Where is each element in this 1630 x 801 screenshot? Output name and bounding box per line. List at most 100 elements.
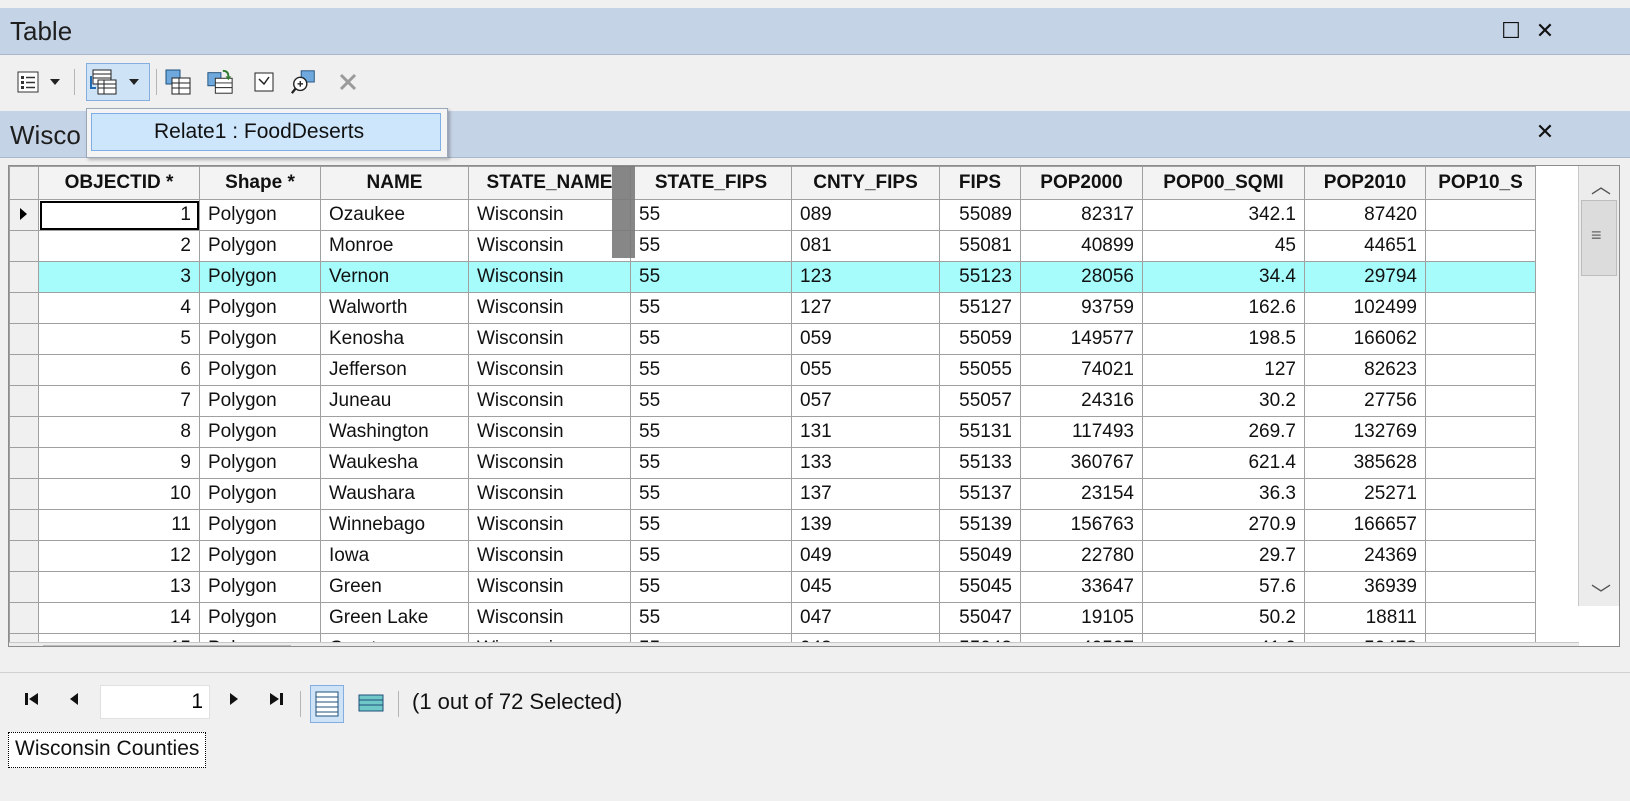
table-cell[interactable]: 12 <box>38 540 200 572</box>
table-cell[interactable]: Ozaukee <box>320 199 469 231</box>
table-cell[interactable]: Wisconsin <box>468 540 631 572</box>
table-cell[interactable]: 55089 <box>939 199 1021 231</box>
column-header[interactable]: Shape * <box>199 166 321 200</box>
table-cell[interactable]: 55081 <box>939 230 1021 262</box>
table-cell[interactable]: 25271 <box>1304 478 1426 510</box>
table-cell[interactable]: 23154 <box>1020 478 1143 510</box>
row-selector[interactable] <box>9 354 39 386</box>
table-cell[interactable]: Wisconsin <box>468 447 631 479</box>
table-cell[interactable]: 55 <box>630 447 792 479</box>
table-cell[interactable] <box>1425 199 1536 231</box>
last-record-icon[interactable] <box>266 691 284 711</box>
table-cell[interactable]: 55 <box>630 323 792 355</box>
table-cell[interactable]: 55127 <box>939 292 1021 324</box>
table-cell[interactable]: 127 <box>791 292 940 324</box>
table-cell[interactable]: 30.2 <box>1142 385 1305 417</box>
table-cell[interactable]: 127 <box>1142 354 1305 386</box>
table-row[interactable]: 5 Polygon Kenosha Wisconsin 55 059 55059 149577… <box>9 323 1536 355</box>
table-cell[interactable]: 14 <box>38 602 200 634</box>
row-selector[interactable] <box>9 230 39 262</box>
table-cell[interactable]: 45 <box>1142 230 1305 262</box>
table-cell[interactable]: Wisconsin <box>468 292 631 324</box>
table-cell[interactable]: Juneau <box>320 385 469 417</box>
table-cell[interactable]: Polygon <box>199 261 321 293</box>
related-tables-icon[interactable] <box>90 67 118 97</box>
table-cell[interactable]: 3 <box>38 261 200 293</box>
table-cell[interactable]: 4 <box>38 292 200 324</box>
table-cell[interactable]: Polygon <box>199 416 321 448</box>
table-cell[interactable]: 139 <box>791 509 940 541</box>
table-cell[interactable]: 22780 <box>1020 540 1143 572</box>
table-cell[interactable]: Polygon <box>199 292 321 324</box>
table-cell[interactable]: Kenosha <box>320 323 469 355</box>
table-cell[interactable]: 117493 <box>1020 416 1143 448</box>
table-cell[interactable]: 28056 <box>1020 261 1143 293</box>
table-cell[interactable]: 19105 <box>1020 602 1143 634</box>
table-cell[interactable]: 621.4 <box>1142 447 1305 479</box>
table-cell[interactable]: 089 <box>791 199 940 231</box>
table-cell[interactable]: 385628 <box>1304 447 1426 479</box>
table-cell[interactable]: 162.6 <box>1142 292 1305 324</box>
table-cell[interactable]: Polygon <box>199 509 321 541</box>
table-cell[interactable]: 55045 <box>939 571 1021 603</box>
zoom-to-selected-icon[interactable] <box>290 67 318 97</box>
table-cell[interactable]: 55 <box>630 385 792 417</box>
table-cell[interactable] <box>1425 540 1536 572</box>
table-cell[interactable]: 270.9 <box>1142 509 1305 541</box>
table-cell[interactable]: Polygon <box>199 354 321 386</box>
table-cell[interactable] <box>1425 323 1536 355</box>
table-cell[interactable]: 33647 <box>1020 571 1143 603</box>
table-cell[interactable]: 057 <box>791 385 940 417</box>
column-header[interactable]: POP00_SQMI <box>1142 166 1305 200</box>
table-cell[interactable]: 9 <box>38 447 200 479</box>
table-cell[interactable]: 55057 <box>939 385 1021 417</box>
column-header[interactable]: POP2000 <box>1020 166 1143 200</box>
row-selector[interactable] <box>9 602 39 634</box>
table-cell[interactable] <box>1425 571 1536 603</box>
table-cell[interactable]: Iowa <box>320 540 469 572</box>
select-by-attributes-icon[interactable] <box>164 67 192 97</box>
row-selector[interactable] <box>9 323 39 355</box>
vertical-scroll-thumb[interactable]: ≡ <box>1581 200 1617 276</box>
row-selector[interactable] <box>9 478 39 510</box>
table-cell[interactable]: 7 <box>38 385 200 417</box>
table-cell[interactable]: Wisconsin <box>468 385 631 417</box>
relate-menu-item[interactable]: Relate1 : FoodDeserts <box>91 113 441 151</box>
table-row[interactable]: 3 Polygon Vernon Wisconsin 55 123 55123 28056 34… <box>9 261 1536 293</box>
table-cell[interactable]: Vernon <box>320 261 469 293</box>
table-cell[interactable]: 24369 <box>1304 540 1426 572</box>
show-all-records-button[interactable] <box>310 685 344 723</box>
table-cell[interactable]: 045 <box>791 571 940 603</box>
table-cell[interactable]: Green <box>320 571 469 603</box>
table-cell[interactable]: Wisconsin <box>468 478 631 510</box>
table-options-icon[interactable] <box>14 67 42 97</box>
show-selected-records-button[interactable] <box>354 685 388 723</box>
previous-record-icon[interactable] <box>68 691 80 711</box>
column-header[interactable]: POP10_S <box>1425 166 1536 200</box>
table-cell[interactable]: 081 <box>791 230 940 262</box>
table-cell[interactable]: 55055 <box>939 354 1021 386</box>
table-cell[interactable]: 55059 <box>939 323 1021 355</box>
table-cell[interactable]: Wisconsin <box>468 199 631 231</box>
table-cell[interactable]: 131 <box>791 416 940 448</box>
table-row[interactable]: 14 Polygon Green Lake Wisconsin 55 047 55047 19… <box>9 602 1536 634</box>
table-cell[interactable]: 55 <box>630 540 792 572</box>
table-row[interactable]: 12 Polygon Iowa Wisconsin 55 049 55049 22780 29.… <box>9 540 1536 572</box>
close-window-icon[interactable]: ✕ <box>1532 18 1558 44</box>
table-cell[interactable]: 1 <box>38 199 200 231</box>
table-cell[interactable] <box>1425 602 1536 634</box>
switch-selection-icon[interactable] <box>206 67 234 97</box>
table-cell[interactable]: 55 <box>630 354 792 386</box>
table-cell[interactable]: 360767 <box>1020 447 1143 479</box>
table-cell[interactable]: 137 <box>791 478 940 510</box>
table-row[interactable]: 13 Polygon Green Wisconsin 55 045 55045 33647 57… <box>9 571 1536 603</box>
next-record-icon[interactable] <box>228 691 240 711</box>
table-cell[interactable]: Polygon <box>199 447 321 479</box>
column-header[interactable]: CNTY_FIPS <box>791 166 940 200</box>
table-cell[interactable] <box>1425 509 1536 541</box>
table-cell[interactable]: Polygon <box>199 230 321 262</box>
table-cell[interactable]: 055 <box>791 354 940 386</box>
table-cell[interactable]: 55133 <box>939 447 1021 479</box>
table-cell[interactable]: Polygon <box>199 385 321 417</box>
column-header[interactable]: POP2010 <box>1304 166 1426 200</box>
